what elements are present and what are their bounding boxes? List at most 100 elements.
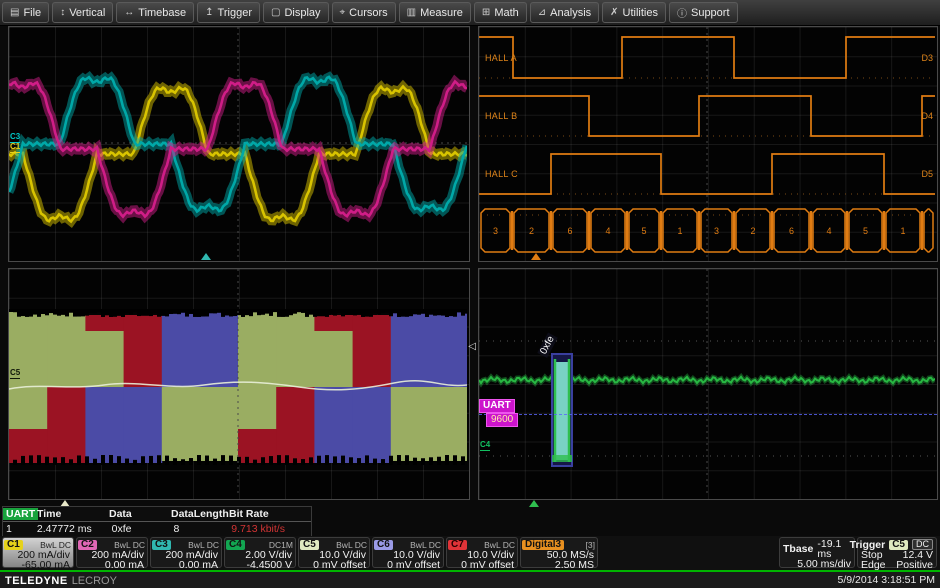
- coupling-label: BwL DC: [484, 540, 515, 550]
- brand-sub: LECROY: [72, 575, 117, 587]
- menu-timebase-button[interactable]: ↔ Timebase: [116, 2, 194, 23]
- coupling-label: BwL DC: [410, 540, 441, 550]
- menu-cursors-button[interactable]: ⌖Cursors: [332, 2, 396, 23]
- c5-zero-marker: C5: [10, 369, 20, 379]
- digital-waveforms: 326451326451: [479, 27, 935, 259]
- digital-trigger-marker: [531, 253, 541, 260]
- brand-bar: TELEDYNELECROY 5/9/2014 3:18:51 PM: [0, 572, 940, 588]
- svg-text:4: 4: [605, 226, 610, 236]
- menu-utilities-button[interactable]: ✗ Utilities: [602, 2, 666, 23]
- row-data: 0xfe: [112, 523, 174, 535]
- svg-text:3: 3: [714, 226, 719, 236]
- channel-descriptor-bar: Digital3 [3] 50.0 MS/s 2.50 MS Tbase-19.…: [0, 536, 940, 571]
- trigger-icon: ↥: [205, 7, 213, 18]
- menu-label: Analysis: [550, 7, 591, 19]
- c1-chip: C1: [4, 540, 23, 550]
- svg-text:2: 2: [529, 226, 534, 236]
- c2-chip: C2: [78, 540, 97, 550]
- menu-display-button[interactable]: ▢Display: [263, 2, 329, 23]
- uart-badge-baud: 9600: [486, 413, 518, 427]
- svg-text:3: 3: [493, 226, 498, 236]
- level-delta-marker: ◁: [468, 341, 476, 352]
- menu-label: Vertical: [69, 7, 105, 19]
- menu-analysis-button[interactable]: ⊿ Analysis: [530, 2, 599, 23]
- trigger-slope: Positive: [896, 560, 933, 570]
- d5-line-label: D5: [921, 169, 933, 179]
- analysis-icon: ⊿: [538, 7, 546, 18]
- measure-icon: ▥: [407, 7, 416, 18]
- c4-zero-marker: C4: [480, 441, 490, 451]
- hall-a-label: HALL A: [485, 53, 517, 63]
- menu-math-button[interactable]: ⊞Math: [474, 2, 527, 23]
- uart-badge-title: UART: [479, 399, 515, 413]
- timebase-icon: ↔: [124, 7, 134, 18]
- row-index: 1: [3, 523, 33, 535]
- svg-text:6: 6: [789, 226, 794, 236]
- menu-measure-button[interactable]: ▥ Measure: [399, 2, 471, 23]
- svg-text:2: 2: [750, 226, 755, 236]
- decode-row[interactable]: 1 2.47772 ms 0xfe 8 9.713 kbit/s: [3, 522, 311, 536]
- support-icon: ⓘ: [677, 5, 687, 20]
- offset-value: 0.00 mA: [151, 560, 221, 570]
- c6-chip: C6: [374, 540, 393, 550]
- digital3-tag: [3]: [586, 540, 595, 550]
- coupling-label: BwL DC: [40, 540, 71, 550]
- channel-desc-c1[interactable]: C1BwL DC200 mA/div-65.00 mA: [2, 537, 74, 568]
- row-length: 8: [173, 523, 231, 535]
- vertical-icon: ↕: [60, 7, 65, 18]
- channel-desc-c7[interactable]: C7BwL DC10.0 V/div0 mV offset: [446, 537, 518, 568]
- hall-c-label: HALL C: [485, 169, 518, 179]
- menu-file-button[interactable]: ▤ File: [2, 2, 49, 23]
- pwm-waveforms: [9, 269, 467, 497]
- brand-name: TELEDYNE: [5, 575, 68, 587]
- d4-line-label: D4: [921, 111, 933, 121]
- menu-label: File: [23, 7, 41, 19]
- channel-desc-c3[interactable]: C3BwL DC200 mA/div0.00 mA: [150, 537, 222, 568]
- utilities-icon: ✗: [610, 7, 618, 18]
- trigger-title: Trigger: [850, 540, 886, 550]
- c1-zero-marker: C1: [10, 143, 20, 153]
- channel-desc-c2[interactable]: C2BwL DC200 mA/div0.00 mA: [76, 537, 148, 568]
- uart-serial-panel[interactable]: UART 9600 0xfe C4: [478, 268, 938, 500]
- svg-text:5: 5: [863, 226, 868, 236]
- channel-desc-c6[interactable]: C6BwL DC10.0 V/div0 mV offset: [372, 537, 444, 568]
- menu-label: Cursors: [349, 7, 388, 19]
- svg-text:4: 4: [826, 226, 831, 236]
- c3-chip: C3: [152, 540, 171, 550]
- menu-trigger-button[interactable]: ↥Trigger: [197, 2, 260, 23]
- offset-value: 0 mV offset: [373, 560, 443, 570]
- oscilloscope-app: ▤File↕Vertical↔Timebase↥Trigger▢Display⌖…: [0, 0, 940, 588]
- svg-text:6: 6: [567, 226, 572, 236]
- tbase-delay: -19.1 ms: [817, 539, 851, 559]
- uart-decode-table: UART Time Data DataLength Bit Rate 1 2.4…: [2, 506, 312, 537]
- row-time: 2.47772 ms: [33, 523, 112, 535]
- col-time: Time: [33, 508, 109, 520]
- offset-value: -65.00 mA: [3, 560, 73, 570]
- menu-vertical-button[interactable]: ↕ Vertical: [52, 2, 113, 23]
- c4-chip: C4: [226, 540, 245, 550]
- channel-desc-c4[interactable]: C4DC1M2.00 V/div-4.4500 V: [224, 537, 296, 568]
- menu-label: Timebase: [138, 7, 186, 19]
- coupling-label: BwL DC: [188, 540, 219, 550]
- menu-label: Measure: [420, 7, 463, 19]
- trigger-type: Edge: [861, 560, 886, 570]
- pwm-voltage-panel[interactable]: C5 ◁: [8, 268, 470, 500]
- trigger-box[interactable]: Trigger C5 DC Stop12.4 V EdgePositive: [857, 537, 937, 568]
- math-icon: ⊞: [482, 7, 490, 18]
- menu-support-button[interactable]: ⓘSupport: [669, 2, 738, 23]
- menu-bar: ▤ File ↕ Vertical ↔ Timebase ↥Trigger▢Display⌖…: [0, 0, 940, 26]
- svg-text:1: 1: [677, 226, 682, 236]
- digital-group-box[interactable]: Digital3 [3] 50.0 MS/s 2.50 MS: [520, 537, 598, 568]
- c7-chip: C7: [448, 540, 467, 550]
- uart-threshold-line: [479, 414, 937, 415]
- analog-waveform-panel[interactable]: C3 C1: [8, 26, 470, 262]
- channel-desc-c5[interactable]: C5BwL DC10.0 V/div0 mV offset: [298, 537, 370, 568]
- col-data: Data: [109, 508, 171, 520]
- coupling-label: DC1M: [269, 540, 293, 550]
- file-icon: ▤: [10, 7, 19, 18]
- timebase-box[interactable]: Tbase-19.1 ms 5.00 ms/div 5 MS100 MS/s: [779, 537, 855, 568]
- d3-line-label: D3: [921, 53, 933, 63]
- uart-decoder-badge[interactable]: UART 9600: [479, 399, 518, 427]
- menu-label: Utilities: [623, 7, 658, 19]
- digital-hall-panel[interactable]: 326451326451 HALL A HALL B HALL C D3 D4 …: [478, 26, 938, 262]
